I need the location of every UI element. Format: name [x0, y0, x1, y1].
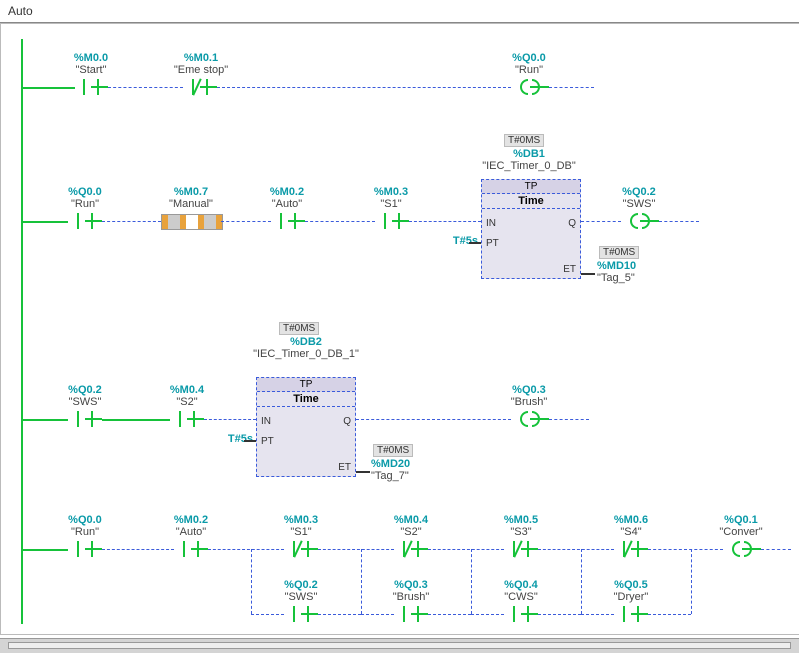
r2-c4-label: %M0.3"S1" — [361, 186, 421, 210]
r4-contact-s1[interactable] — [284, 541, 318, 557]
r4-out-label: %Q0.1"Conver" — [711, 514, 771, 538]
r2-contact-s1[interactable] — [375, 213, 409, 229]
r2-contact-auto[interactable] — [271, 213, 305, 229]
r1-coil-run[interactable] — [511, 79, 549, 95]
r4-br3-label: %Q0.4"CWS" — [491, 579, 551, 603]
title-text: Auto — [8, 4, 33, 18]
r2-c1-label: %Q0.0"Run" — [55, 186, 115, 210]
r1-contact-start[interactable] — [74, 79, 108, 95]
r4-contact-auto[interactable] — [174, 541, 208, 557]
r4-branch-sws[interactable] — [284, 606, 318, 622]
r4-br1-label: %Q0.2"SWS" — [271, 579, 331, 603]
r2-out-label: %Q0.2"SWS" — [609, 186, 669, 210]
r4-nc4-label: %M0.6"S4" — [601, 514, 661, 538]
r3-contact-sws[interactable] — [68, 411, 102, 427]
r3-et-badge: T#0MS — [373, 444, 413, 457]
r3-timer-dblabel: %DB2 "IEC_Timer_0_DB_1" — [251, 336, 361, 360]
r4-branch-dryer[interactable] — [614, 606, 648, 622]
r4-br4-label: %Q0.5"Dryer" — [601, 579, 661, 603]
r4-coil-conver[interactable] — [723, 541, 761, 557]
r2-coil-sws[interactable] — [621, 213, 659, 229]
r2-c2-label: %M0.7"Manual" — [151, 186, 231, 210]
r3-contact-s2[interactable] — [170, 411, 204, 427]
r1-c2-label: %M0.1 "Eme stop" — [166, 52, 236, 76]
r4-contact-s4[interactable] — [614, 541, 648, 557]
ladder-canvas[interactable]: %M0.0 "Start" %M0.1 "Eme stop" %Q0.0 "Ru… — [0, 23, 799, 635]
r4-branch-brush[interactable] — [394, 606, 428, 622]
r3-timer-topbadge: T#0MS — [279, 322, 319, 335]
r3-c1-label: %Q0.2"SWS" — [55, 384, 115, 408]
r3-out-label: %Q0.3"Brush" — [499, 384, 559, 408]
r2-negbox-manual[interactable] — [161, 214, 223, 230]
r3-c2-label: %M0.4"S2" — [157, 384, 217, 408]
title-bar: Auto — [0, 0, 799, 23]
r2-pt-val: T#5s — [433, 235, 478, 247]
left-power-rail — [21, 39, 23, 624]
r2-et-badge: T#0MS — [599, 246, 639, 259]
r4-nc3-label: %M0.5"S3" — [491, 514, 551, 538]
r4-c1-label: %Q0.0"Run" — [55, 514, 115, 538]
r4-branch-cws[interactable] — [504, 606, 538, 622]
r4-contact-s2[interactable] — [394, 541, 428, 557]
r4-c2-label: %M0.2"Auto" — [161, 514, 221, 538]
r4-contact-s3[interactable] — [504, 541, 538, 557]
r4-nc1-label: %M0.3"S1" — [271, 514, 331, 538]
r2-c3-label: %M0.2"Auto" — [257, 186, 317, 210]
r4-contact-run[interactable] — [68, 541, 102, 557]
r2-et-label: %MD10 "Tag_5" — [597, 260, 653, 284]
footer-bar — [0, 638, 799, 653]
r1-contact-emestop[interactable] — [183, 79, 217, 95]
r2-timer-topbadge: T#0MS — [504, 134, 544, 147]
r2-timer-dblabel: %DB1 "IEC_Timer_0_DB" — [479, 148, 579, 172]
r4-br2-label: %Q0.3"Brush" — [381, 579, 441, 603]
r3-coil-brush[interactable] — [511, 411, 549, 427]
r1-c1-label: %M0.0 "Start" — [61, 52, 121, 76]
r2-contact-run[interactable] — [68, 213, 102, 229]
r4-nc2-label: %M0.4"S2" — [381, 514, 441, 538]
r2-timer-block[interactable]: TP Time IN Q PT ET — [481, 179, 581, 279]
r1-out-label: %Q0.0 "Run" — [499, 52, 559, 76]
r3-timer-block[interactable]: TP Time IN Q PT ET — [256, 377, 356, 477]
r3-pt-val: T#5s — [208, 433, 253, 445]
r3-et-label: %MD20 "Tag_7" — [371, 458, 427, 482]
